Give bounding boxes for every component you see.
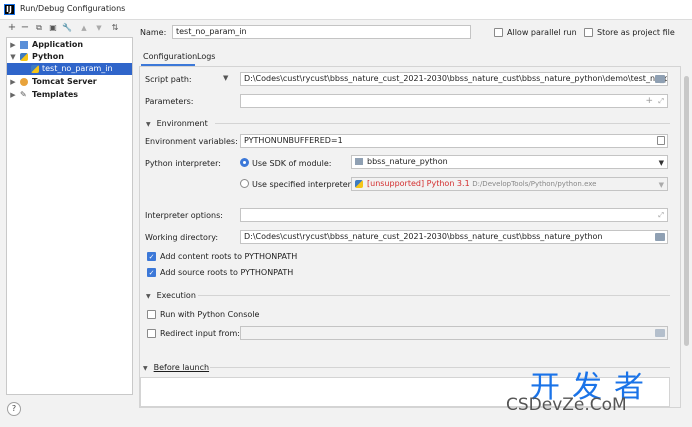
allow-parallel-checkbox[interactable] [494, 28, 503, 37]
chevron-down-icon: ▼ [143, 365, 148, 372]
add-source-roots-checkbox[interactable]: ✓ [147, 268, 156, 277]
module-icon [355, 158, 363, 165]
use-sdk-radio[interactable] [240, 158, 249, 167]
vertical-scrollbar[interactable] [684, 76, 689, 346]
save-icon[interactable]: ▣ [47, 22, 59, 34]
interpreter-options-label: Interpreter options: [145, 211, 223, 220]
redirect-input-field[interactable] [240, 326, 668, 340]
title-bar: IJ Run/Debug Configurations [0, 0, 692, 20]
sdk-module-select[interactable]: bbss_nature_python ▼ [351, 155, 668, 169]
window-title: Run/Debug Configurations [20, 4, 126, 13]
use-specified-label: Use specified interpreter: [252, 180, 354, 189]
tree-item-templates[interactable]: ▶ ✎ Templates [7, 89, 132, 101]
python-icon [20, 53, 28, 61]
tree-item-application[interactable]: ▶ Application [7, 39, 132, 51]
watermark-url: CSDevZe.CoM [506, 395, 627, 415]
divider [198, 295, 670, 296]
parameters-label: Parameters: [145, 97, 194, 106]
tree-item-tomcat-server[interactable]: ▶ Tomcat Server [7, 76, 132, 88]
remove-icon[interactable]: − [19, 22, 31, 34]
use-sdk-label: Use SDK of module: [252, 159, 332, 168]
folder-icon[interactable] [655, 329, 665, 337]
env-vars-label: Environment variables: [145, 137, 238, 146]
allow-parallel-label: Allow parallel run [507, 28, 577, 37]
move-down-icon[interactable]: ▼ [93, 22, 105, 34]
name-label: Name: [140, 28, 167, 37]
chevron-right-icon: ▶ [10, 91, 16, 99]
add-source-roots-label: Add source roots to PYTHONPATH [160, 268, 294, 277]
expand-icon[interactable]: ⤢ [658, 209, 664, 221]
configuration-tree: ▶ Application ▼ Python test_no_param_in … [6, 37, 133, 395]
script-path-input[interactable]: D:\Codes\cust\rycust\bbss_nature_cust_20… [240, 72, 668, 86]
add-icon[interactable]: + [6, 22, 18, 34]
dropdown-arrow-icon[interactable]: ▼ [223, 74, 228, 82]
move-up-icon[interactable]: ▲ [78, 22, 90, 34]
chevron-right-icon: ▶ [10, 41, 16, 49]
chevron-down-icon: ▼ [658, 181, 664, 189]
add-content-roots-label: Add content roots to PYTHONPATH [160, 252, 298, 261]
environment-section-header[interactable]: ▼ Environment [146, 119, 208, 128]
working-directory-input[interactable]: D:\Codes\cust\rycust\bbss_nature_cust_20… [240, 230, 668, 244]
script-path-label: Script path: [145, 75, 192, 84]
chevron-down-icon: ▼ [146, 293, 151, 300]
intellij-logo-icon: IJ [4, 4, 15, 15]
python-icon [355, 179, 363, 188]
specified-interpreter-select[interactable]: [unsupported] Python 3.1 D:/DevelopTools… [351, 177, 668, 191]
edit-list-icon[interactable] [657, 136, 665, 145]
env-vars-input[interactable]: PYTHONUNBUFFERED=1 [240, 134, 668, 148]
sort-icon[interactable]: ⇅ [109, 22, 121, 34]
tree-item-python[interactable]: ▼ Python [7, 51, 132, 63]
redirect-input-label: Redirect input from: [160, 329, 240, 338]
use-specified-radio[interactable] [240, 179, 249, 188]
store-project-label: Store as project file [597, 28, 675, 37]
python-interpreter-label: Python interpreter: [145, 159, 221, 168]
tomcat-icon [20, 78, 28, 86]
working-directory-label: Working directory: [145, 233, 219, 242]
expand-icon[interactable]: ⤢ [658, 95, 664, 107]
tab-configuration[interactable]: Configuration [143, 52, 197, 61]
application-icon [20, 41, 28, 49]
chevron-down-icon: ▼ [658, 159, 664, 167]
folder-icon[interactable] [655, 233, 665, 241]
tree-toolbar: + − ⧉ ▣ 🔧 ▲ ▼ ⇅ [0, 20, 136, 38]
tree-item-test-no-param-in[interactable]: test_no_param_in [7, 63, 132, 75]
parameters-input[interactable]: + ⤢ [240, 94, 668, 108]
wrench-icon: ✎ [20, 90, 27, 99]
copy-icon[interactable]: ⧉ [33, 22, 45, 34]
wrench-icon[interactable]: 🔧 [61, 22, 73, 34]
add-content-roots-checkbox[interactable]: ✓ [147, 252, 156, 261]
chevron-down-icon: ▼ [146, 121, 151, 128]
store-project-checkbox[interactable] [584, 28, 593, 37]
chevron-right-icon: ▶ [10, 78, 16, 86]
execution-section-header[interactable]: ▼ Execution [146, 291, 196, 300]
folder-icon[interactable] [655, 75, 665, 83]
divider [215, 123, 670, 124]
run-python-console-checkbox[interactable] [147, 310, 156, 319]
help-button[interactable]: ? [7, 402, 21, 416]
configuration-panel: Script path: ▼ D:\Codes\cust\rycust\bbss… [139, 66, 681, 408]
interpreter-options-input[interactable]: ⤢ [240, 208, 668, 222]
before-launch-section-header[interactable]: ▼ Before launch [143, 363, 209, 372]
tab-logs[interactable]: Logs [197, 52, 215, 61]
redirect-input-checkbox[interactable] [147, 329, 156, 338]
chevron-down-icon: ▼ [10, 53, 16, 61]
plus-icon[interactable]: + [645, 95, 653, 107]
configuration-editor: Name: test_no_param_in Allow parallel ru… [135, 20, 692, 410]
python-file-icon [31, 65, 39, 73]
run-python-console-label: Run with Python Console [160, 310, 260, 319]
name-input[interactable]: test_no_param_in [172, 25, 471, 39]
